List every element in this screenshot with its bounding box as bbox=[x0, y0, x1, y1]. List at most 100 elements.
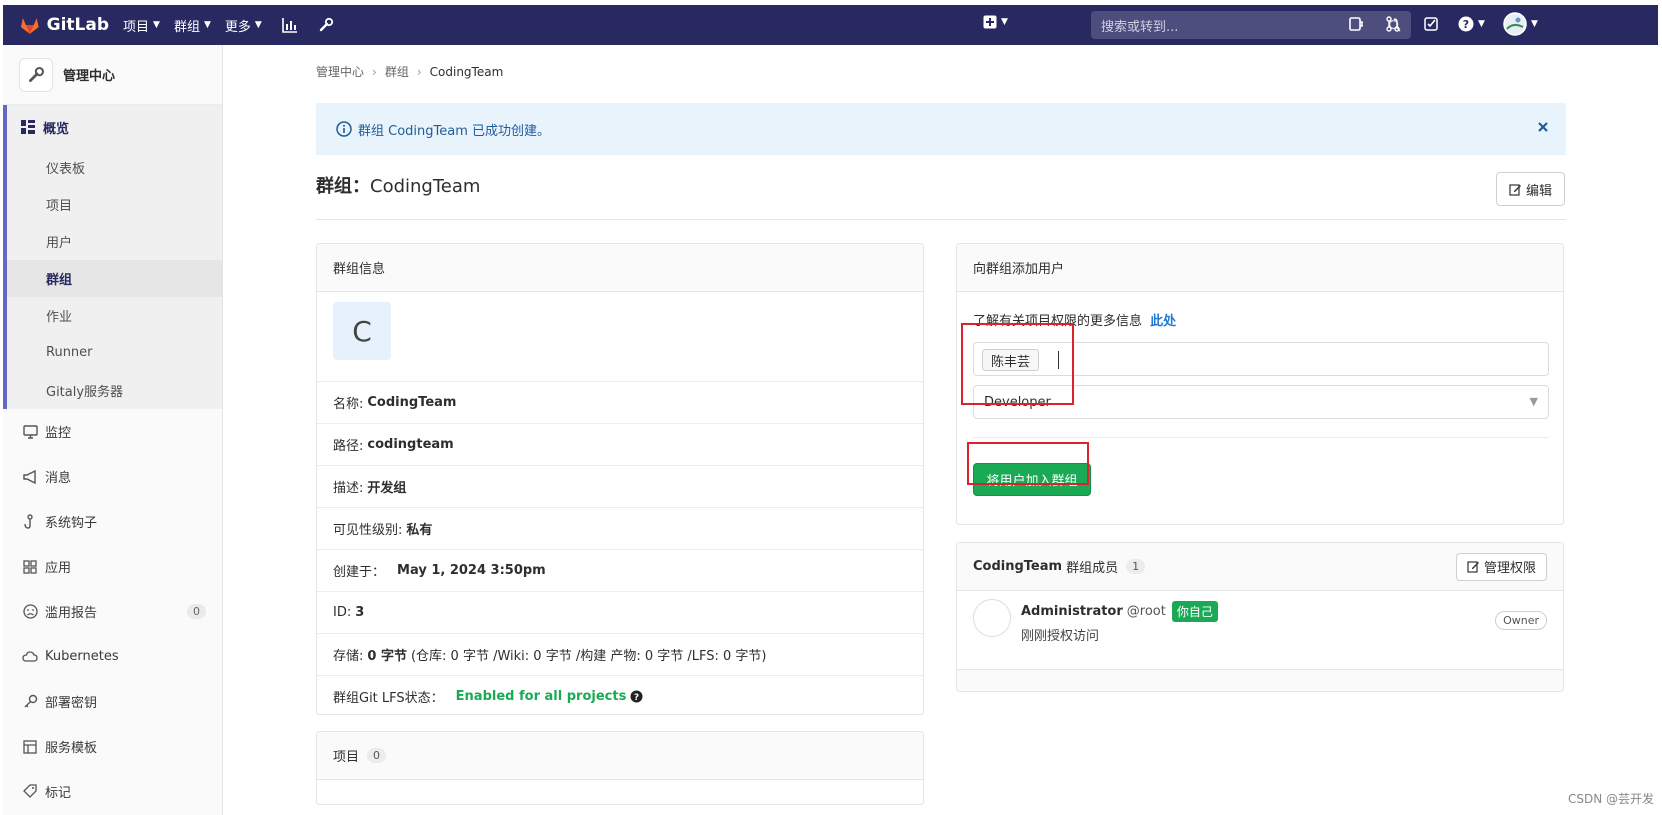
highlight-box-button bbox=[967, 442, 1089, 485]
form-divider bbox=[973, 437, 1549, 438]
info-row-visibility: 可见性级别: 私有 bbox=[317, 507, 923, 549]
admin-sidebar: 管理中心 概览 仪表板 项目 用户 群组 作业 Runner Gitaly服务器… bbox=[3, 45, 223, 815]
breadcrumb-current[interactable]: CodingTeam bbox=[430, 65, 504, 79]
sidebar-item-kubernetes[interactable]: Kubernetes bbox=[3, 634, 222, 679]
you-badge: 你自己 bbox=[1171, 601, 1218, 622]
sidebar-item-deploy-keys[interactable]: 部署密钥 bbox=[3, 679, 222, 724]
svg-text:?: ? bbox=[1463, 18, 1469, 31]
nav-projects[interactable]: 项目 ▼ bbox=[123, 16, 160, 35]
sad-face-icon bbox=[21, 604, 39, 619]
add-user-header: 向群组添加用户 bbox=[957, 244, 1563, 292]
sidebar-item-labels[interactable]: 标记 bbox=[3, 769, 222, 814]
member-role-badge: Owner bbox=[1495, 611, 1547, 630]
info-row-created: 创建于： May 1, 2024 3:50pm bbox=[317, 549, 923, 591]
members-footer bbox=[957, 669, 1563, 691]
sidebar-item-projects[interactable]: 项目 bbox=[7, 186, 222, 223]
sidebar-item-overview[interactable]: 概览 bbox=[7, 105, 222, 149]
sidebar-item-gitaly[interactable]: Gitaly服务器 bbox=[7, 371, 222, 409]
nav-groups[interactable]: 群组 ▼ bbox=[174, 16, 211, 35]
question-circle-icon[interactable]: ? bbox=[630, 690, 643, 703]
search-placeholder: 搜索或转到... bbox=[1101, 19, 1179, 35]
chevron-down-icon: ▼ bbox=[254, 20, 262, 30]
merge-requests-icon[interactable] bbox=[1385, 16, 1401, 32]
member-name[interactable]: Administrator bbox=[1021, 604, 1123, 619]
info-row-path: 路径: codingteam bbox=[317, 423, 923, 465]
projects-count-badge: 0 bbox=[367, 748, 387, 763]
member-avatar[interactable] bbox=[973, 599, 1011, 637]
tanuki-icon bbox=[20, 18, 39, 34]
sidebar-overview-section: 概览 仪表板 项目 用户 群组 作业 Runner Gitaly服务器 bbox=[3, 105, 222, 409]
issues-icon[interactable] bbox=[1348, 16, 1364, 32]
sidebar-item-system-hooks[interactable]: 系统钩子 bbox=[3, 499, 222, 544]
group-info-card: 群组信息 C 名称: CodingTeam 路径: codingteam 描述: 开发… bbox=[316, 243, 924, 715]
manage-access-button[interactable]: 管理权限 bbox=[1455, 552, 1547, 581]
hook-icon bbox=[21, 514, 39, 529]
new-item-dropdown[interactable]: ▼ bbox=[983, 15, 1008, 29]
brand-name: GitLab bbox=[46, 15, 109, 35]
highlight-box-inputs bbox=[961, 323, 1074, 405]
chevron-down-icon: ▼ bbox=[1531, 19, 1538, 29]
kubernetes-icon bbox=[21, 650, 39, 664]
member-access-note: 刚刚授权访问 bbox=[1021, 629, 1100, 644]
page-title: 群组：CodingTeam bbox=[316, 176, 481, 197]
info-row-description: 描述: 开发组 bbox=[317, 465, 923, 507]
sidebar-item-runners[interactable]: Runner bbox=[7, 334, 222, 371]
user-avatar-icon bbox=[1503, 12, 1527, 36]
admin-avatar bbox=[19, 57, 53, 92]
sidebar-item-service-templates[interactable]: 服务模板 bbox=[3, 724, 222, 769]
sidebar-item-abuse-reports[interactable]: 滥用报告 0 bbox=[3, 589, 222, 634]
sidebar-item-monitoring[interactable]: 监控 bbox=[3, 409, 222, 454]
template-icon bbox=[21, 739, 39, 754]
megaphone-icon bbox=[21, 469, 39, 484]
permissions-link[interactable]: 此处 bbox=[1150, 314, 1176, 329]
overview-grid-icon bbox=[21, 120, 35, 134]
activity-chart-icon[interactable] bbox=[282, 17, 298, 33]
members-card: CodingTeam 群组成员 1 管理权限 Administrator @ro… bbox=[956, 542, 1564, 692]
chevron-down-icon: ▼ bbox=[1529, 395, 1538, 408]
chevron-right-icon: › bbox=[416, 64, 422, 79]
wrench-icon bbox=[29, 66, 44, 82]
user-menu[interactable]: ▼ bbox=[1503, 12, 1538, 36]
member-row: Administrator @root 你自己 刚刚授权访问 Owner bbox=[957, 591, 1563, 651]
nav-more[interactable]: 更多 ▼ bbox=[225, 16, 262, 35]
chevron-down-icon: ▼ bbox=[153, 20, 160, 30]
help-dropdown[interactable]: ? ▼ bbox=[1458, 16, 1485, 32]
sidebar-item-jobs[interactable]: 作业 bbox=[7, 297, 222, 334]
info-row-name: 名称: CodingTeam bbox=[317, 381, 923, 423]
gitlab-logo[interactable]: GitLab bbox=[19, 14, 109, 36]
sidebar-item-dashboard[interactable]: 仪表板 bbox=[7, 149, 222, 186]
edit-icon bbox=[1467, 561, 1479, 573]
tag-icon bbox=[21, 784, 39, 799]
members-group-name: CodingTeam bbox=[973, 559, 1063, 574]
info-row-storage: 存储: 0 字节 (仓库: 0 字节 /Wiki: 0 字节 /构建 产物: 0 字… bbox=[317, 633, 923, 675]
help-icon: ? bbox=[1458, 16, 1474, 32]
chevron-right-icon: › bbox=[372, 64, 377, 79]
close-icon[interactable] bbox=[1536, 120, 1550, 138]
watermark: CSDN @芸开发 bbox=[1567, 792, 1654, 806]
member-identity: Administrator @root 你自己 bbox=[1021, 601, 1218, 622]
sidebar-item-groups[interactable]: 群组 bbox=[7, 260, 222, 297]
breadcrumb-admin[interactable]: 管理中心 bbox=[316, 63, 364, 80]
info-row-id: ID: 3 bbox=[317, 591, 923, 633]
divider bbox=[316, 219, 1566, 220]
breadcrumb-groups[interactable]: 群组 bbox=[385, 63, 409, 80]
todo-icon[interactable] bbox=[1423, 16, 1439, 32]
sidebar-item-applications[interactable]: 应用 bbox=[3, 544, 222, 589]
monitor-icon bbox=[21, 424, 39, 439]
chevron-down-icon: ▼ bbox=[1001, 17, 1008, 27]
chevron-down-icon: ▼ bbox=[1478, 19, 1485, 29]
members-count-badge: 1 bbox=[1126, 559, 1146, 574]
projects-card: 项目 0 bbox=[316, 731, 924, 805]
sidebar-header[interactable]: 管理中心 bbox=[3, 45, 222, 105]
edit-button[interactable]: 编辑 bbox=[1496, 172, 1565, 206]
sidebar-item-users[interactable]: 用户 bbox=[7, 223, 222, 260]
group-avatar-row: C bbox=[317, 302, 923, 381]
sidebar-item-messages[interactable]: 消息 bbox=[3, 454, 222, 499]
sidebar-title: 管理中心 bbox=[63, 69, 116, 84]
success-alert: 群组 CodingTeam 已成功创建。 bbox=[316, 103, 1566, 155]
wrench-icon[interactable] bbox=[318, 17, 334, 33]
group-info-header: 群组信息 bbox=[317, 244, 923, 292]
top-navbar: GitLab 项目 ▼ 群组 ▼ 更多 ▼ ▼ 搜索或转到... ? ▼ ▼ bbox=[3, 5, 1658, 45]
member-username: @root bbox=[1126, 604, 1166, 619]
members-header: CodingTeam 群组成员 1 管理权限 bbox=[957, 543, 1563, 591]
